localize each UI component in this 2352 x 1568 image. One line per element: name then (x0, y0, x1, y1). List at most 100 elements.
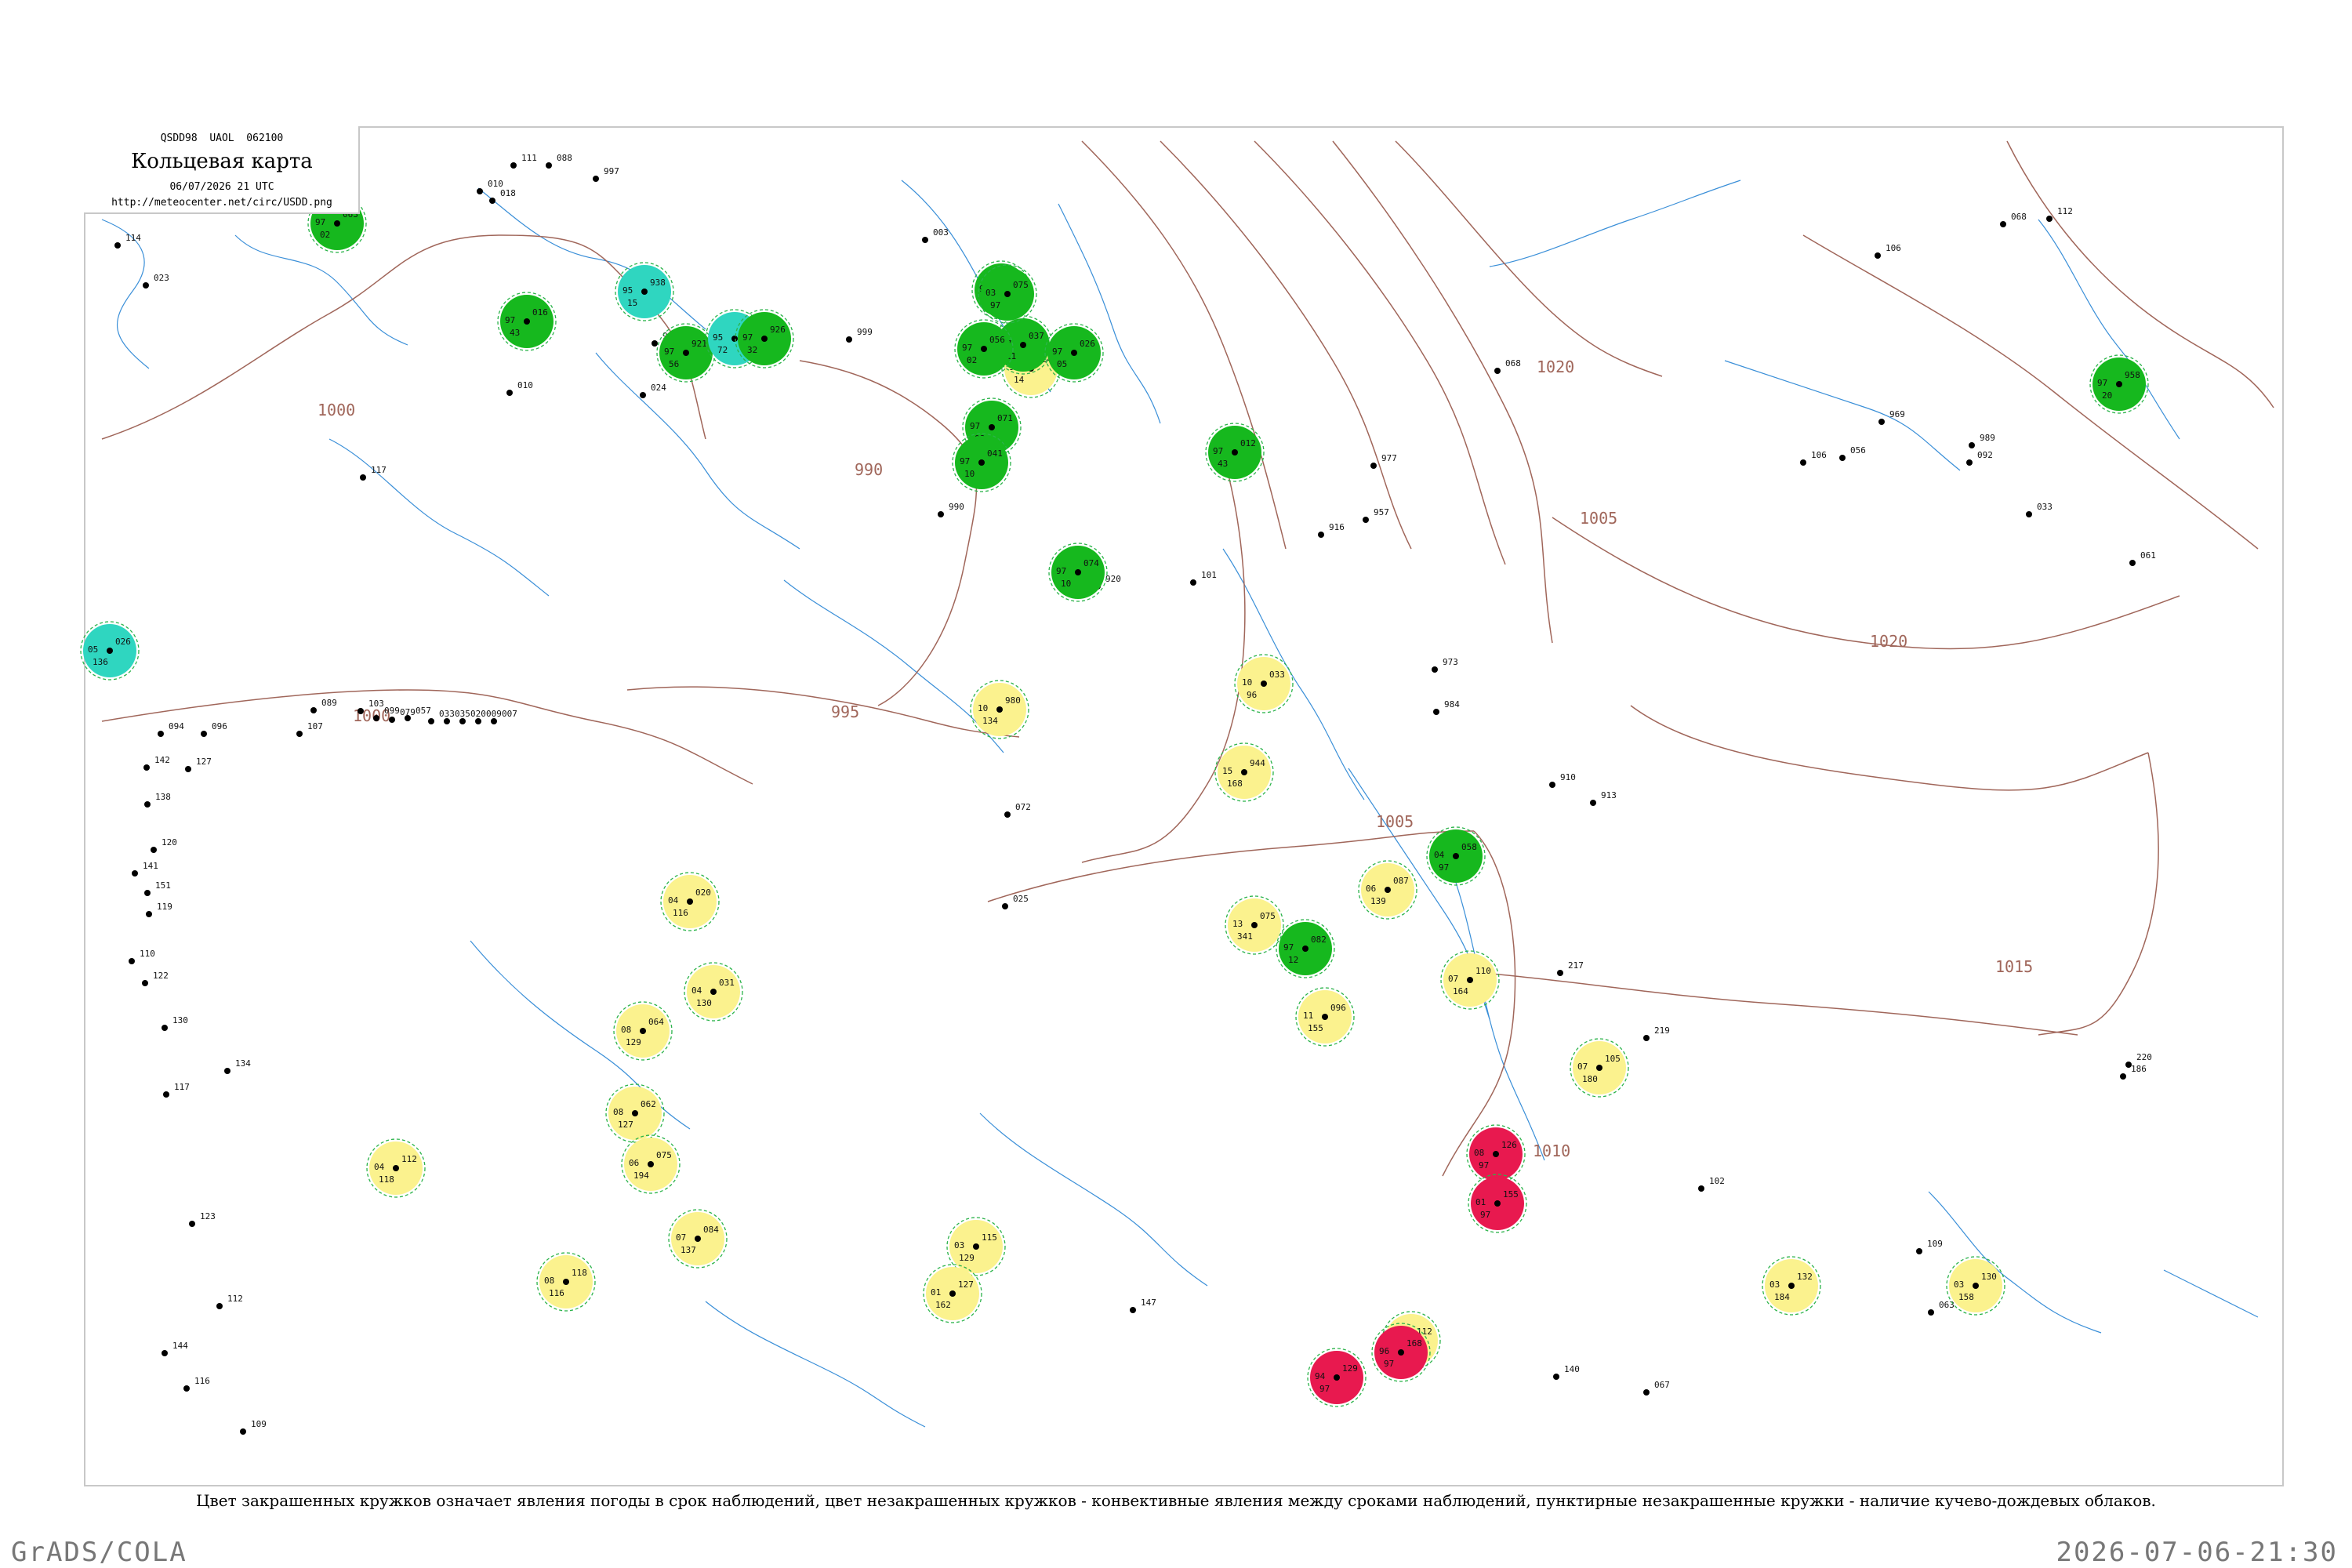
station-marker[interactable]: 105 07 180 (1570, 1038, 1629, 1098)
pressure-value: 115 (982, 1232, 997, 1243)
station-plot: 130 (162, 1015, 188, 1031)
station-marker[interactable]: 126 08 97 (1466, 1124, 1526, 1184)
station-dot (973, 1243, 979, 1250)
station-value: 033 (439, 709, 455, 719)
station-marker[interactable]: 058 04 97 (1426, 826, 1486, 886)
pressure-value: 074 (1083, 558, 1099, 568)
station-marker[interactable]: 026 05 136 (80, 621, 140, 681)
pressure-value: 016 (532, 307, 548, 318)
station-dot (185, 766, 191, 772)
station-value: 120 (162, 837, 177, 848)
station-value: 101 (1201, 570, 1217, 580)
pressure-value: 012 (1240, 438, 1256, 448)
station-marker[interactable]: 155 01 97 (1468, 1174, 1527, 1233)
station-dot (1549, 782, 1555, 788)
station-value: 116 (194, 1376, 210, 1386)
station-dot (949, 1290, 956, 1297)
temperature-value: 06 (1366, 884, 1376, 894)
isobar-line (1552, 517, 2180, 650)
isobar-label: 990 (855, 460, 883, 479)
station-marker[interactable]: 075 06 194 (621, 1134, 681, 1194)
station-marker[interactable]: 958 97 20 (2089, 354, 2149, 414)
station-dot (1788, 1283, 1795, 1289)
station-value: 141 (143, 861, 158, 871)
station-dot (1875, 252, 1881, 259)
station-value: 920 (1105, 574, 1121, 584)
station-marker[interactable]: 041 97 10 (952, 433, 1011, 492)
station-marker[interactable]: 112 04 118 (366, 1138, 426, 1198)
station-marker[interactable]: 056 97 02 (954, 319, 1014, 379)
temperature-value: 97 (2097, 378, 2107, 388)
station-plot: 101 (1190, 570, 1217, 586)
station-dot (1467, 977, 1473, 983)
dewpoint-value: 168 (1227, 779, 1243, 789)
station-value: 186 (2131, 1064, 2147, 1074)
dewpoint-value: 129 (626, 1037, 641, 1047)
dewpoint-value: 162 (935, 1300, 951, 1310)
station-value: 916 (1329, 522, 1345, 532)
station-dots-layer: 1110889971251050100181140230681170100249… (114, 153, 2156, 1435)
station-plot: 109 (1916, 1239, 1943, 1254)
station-marker[interactable]: 082 97 12 (1276, 919, 1335, 978)
station-plot: 997 (593, 166, 619, 182)
pressure-value: 037 (1029, 331, 1044, 341)
station-marker[interactable]: 016 97 43 (497, 292, 557, 351)
temperature-value: 08 (621, 1025, 631, 1035)
station-marker[interactable]: 026 97 05 (1044, 323, 1104, 383)
station-dot (201, 731, 207, 737)
station-marker[interactable]: 020 04 116 (660, 872, 720, 931)
station-value: 109 (1927, 1239, 1943, 1249)
pressure-value: 041 (987, 448, 1003, 459)
station-dot (216, 1303, 223, 1309)
pressure-value: 082 (1311, 935, 1327, 945)
station-marker[interactable]: 096 11 155 (1295, 987, 1355, 1047)
station-marker[interactable]: 033 10 96 (1234, 654, 1294, 713)
pressure-value: 075 (656, 1150, 672, 1160)
dewpoint-value: 05 (1057, 359, 1067, 369)
station-dot (114, 242, 121, 249)
station-marker[interactable]: 127 01 162 (923, 1264, 982, 1323)
station-value: 147 (1141, 1298, 1156, 1308)
station-marker[interactable]: 064 08 129 (613, 1001, 673, 1061)
temperature-value: 96 (1379, 1346, 1389, 1356)
isobar-line (1160, 140, 1412, 550)
station-marker[interactable]: 130 03 158 (1946, 1256, 2005, 1316)
station-marker[interactable]: 087 06 139 (1358, 860, 1417, 920)
station-marker[interactable]: 944 15 168 (1214, 742, 1274, 802)
bulletin-code: QSDD98 UAOL 062100 (160, 132, 284, 144)
isobar-line (1802, 234, 2259, 550)
station-marker[interactable]: 110 07 164 (1440, 950, 1500, 1010)
isobar-line (101, 689, 753, 785)
station-marker[interactable]: 012 97 43 (1205, 423, 1265, 482)
station-dot (143, 764, 150, 771)
station-marker[interactable]: 118 08 116 (536, 1252, 596, 1312)
station-value: 094 (169, 721, 184, 731)
station-dot (1553, 1374, 1559, 1380)
station-dot (761, 336, 768, 342)
station-dot (491, 718, 497, 724)
station-marker[interactable]: 031 04 130 (684, 962, 743, 1022)
station-marker[interactable]: 132 03 184 (1762, 1256, 1821, 1316)
station-value: 003 (933, 227, 949, 238)
station-value: 063 (1939, 1300, 1955, 1310)
station-marker[interactable]: 074 97 10 (1048, 543, 1108, 602)
pressure-value: 921 (691, 339, 707, 349)
station-plot: 973 (1432, 657, 1458, 673)
pressure-value: 020 (695, 887, 711, 898)
station-marker[interactable]: 168 96 97 (1371, 1323, 1431, 1382)
station-dot (2000, 221, 2006, 227)
station-plot: 063 (1928, 1300, 1955, 1316)
station-marker[interactable]: 115 03 129 (946, 1217, 1006, 1276)
station-marker[interactable]: 129 94 97 (1307, 1348, 1367, 1407)
dewpoint-value: 116 (549, 1288, 564, 1298)
station-marker[interactable]: 062 08 127 (605, 1083, 665, 1143)
temperature-value: 97 (742, 332, 753, 343)
station-marker[interactable]: 084 07 137 (668, 1209, 728, 1269)
station-marker[interactable]: 075 13 341 (1225, 895, 1284, 955)
dewpoint-value: 184 (1774, 1292, 1790, 1302)
station-marker[interactable]: 938 95 15 (615, 262, 674, 321)
station-value: 072 (1015, 802, 1031, 812)
station-marker[interactable]: 980 10 134 (970, 680, 1029, 739)
station-plot: 123 (189, 1211, 216, 1227)
station-value: 117 (174, 1082, 190, 1092)
